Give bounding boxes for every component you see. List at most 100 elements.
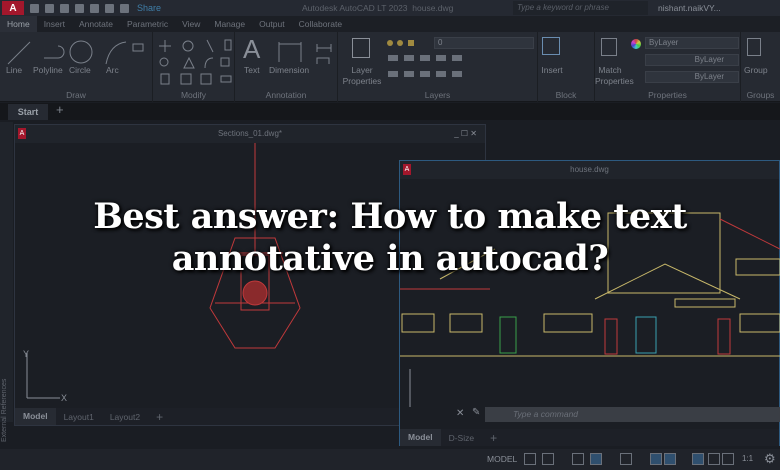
save-icon[interactable]	[60, 3, 69, 13]
block-panel-label[interactable]: Block	[538, 90, 594, 100]
tab-annotate[interactable]: Annotate	[72, 16, 120, 32]
sections-title-bar: A Sections_01.dwg* _ ☐ ✕	[15, 125, 485, 143]
layers-panel-label[interactable]: Layers	[338, 90, 537, 100]
tab-model[interactable]: Model	[400, 429, 441, 446]
autoscale-icon[interactable]	[708, 453, 720, 465]
doc-logo-icon: A	[18, 128, 26, 139]
doc-logo-icon: A	[403, 164, 411, 175]
linetype-dropdown[interactable]: ByLayer	[645, 54, 739, 66]
tab-layout2[interactable]: Layout2	[102, 412, 148, 422]
close-command-icon[interactable]: ✕	[456, 408, 464, 419]
sections-title: Sections_01.dwg*	[217, 129, 283, 138]
draw-tool-icons	[7, 40, 144, 65]
properties-panel: Match Properties ByLayer ByLayer ByLayer…	[595, 32, 741, 102]
new-tab-icon[interactable]: +	[56, 102, 64, 117]
scale-dropdown[interactable]: 1:1	[742, 454, 753, 463]
redo-icon[interactable]	[120, 3, 129, 13]
house-layout-tabs: Model D-Size +	[400, 429, 779, 446]
polyline-tool[interactable]: Polyline	[33, 65, 63, 75]
dimension-icon	[278, 42, 332, 64]
layer-properties-icon	[352, 38, 370, 58]
open-icon[interactable]	[45, 3, 54, 13]
modify-tool-icons	[159, 39, 232, 85]
command-input[interactable]: Type a command	[485, 407, 780, 422]
annotation-visibility-icon[interactable]	[692, 453, 704, 465]
share-button[interactable]: Share	[137, 3, 161, 13]
draw-panel: Line Polyline Circle Arc Draw	[0, 32, 153, 102]
y-axis-label: Y	[23, 349, 29, 359]
undo-icon[interactable]	[105, 3, 114, 13]
circle-tool[interactable]: Circle	[69, 65, 91, 75]
tab-start[interactable]: Start	[8, 104, 48, 120]
save-as-icon[interactable]	[75, 3, 84, 13]
window-controls[interactable]: _ ☐ ✕	[454, 125, 477, 143]
groups-panel-label[interactable]: Groups	[741, 90, 780, 100]
annotation-scale-icon[interactable]	[722, 453, 734, 465]
house-title: house.dwg	[570, 165, 609, 174]
tab-manage[interactable]: Manage	[207, 16, 252, 32]
article-title-overlay: Best answer: How to make text annotative…	[0, 196, 780, 280]
lineweight-dropdown[interactable]: ByLayer	[645, 71, 739, 83]
customize-wrench-icon[interactable]: ✎	[472, 407, 480, 418]
snap-icon[interactable]	[542, 453, 554, 465]
tab-d-size[interactable]: D-Size	[441, 433, 483, 443]
arc-tool[interactable]: Arc	[106, 65, 119, 75]
tab-parametric[interactable]: Parametric	[120, 16, 175, 32]
settings-gear-icon[interactable]: ⚙	[764, 451, 776, 467]
tab-view[interactable]: View	[175, 16, 207, 32]
group-tool[interactable]: Group	[744, 65, 768, 75]
osnap-tracking-icon[interactable]	[650, 453, 662, 465]
status-bar: MODEL 1:1 ⚙	[0, 449, 780, 470]
ortho-icon[interactable]	[572, 453, 584, 465]
modify-panel-label[interactable]: Modify	[153, 90, 234, 100]
tab-insert[interactable]: Insert	[37, 16, 72, 32]
draw-panel-label[interactable]: Draw	[0, 90, 152, 100]
new-icon[interactable]	[30, 3, 39, 13]
plot-icon[interactable]	[90, 3, 99, 13]
layers-panel: Layer Properties 0 Layers	[338, 32, 538, 102]
tab-home[interactable]: Home	[0, 16, 37, 32]
add-layout-icon[interactable]: +	[482, 431, 505, 445]
overlay-line-2: annotative in autocad?	[171, 238, 609, 279]
group-icon	[747, 38, 761, 56]
match-properties-tool[interactable]: Match Properties	[595, 65, 634, 87]
line-tool[interactable]: Line	[6, 65, 22, 75]
tab-layout1[interactable]: Layout1	[56, 412, 102, 422]
color-dropdown[interactable]: ByLayer	[645, 37, 739, 49]
title-bar: A Share Autodesk AutoCAD LT 2023 house.d…	[0, 0, 780, 16]
modify-panel: Modify	[153, 32, 235, 102]
tab-collaborate[interactable]: Collaborate	[292, 16, 349, 32]
block-panel: Insert Block	[538, 32, 595, 102]
add-layout-icon[interactable]: +	[148, 410, 171, 424]
user-account[interactable]: nishant.naikVY...	[658, 3, 721, 13]
document-tabs: Start +	[0, 102, 780, 120]
app-title: Autodesk AutoCAD LT 2023 house.dwg	[302, 3, 453, 13]
annotation-panel-label[interactable]: Annotation	[235, 90, 337, 100]
search-input[interactable]: Type a keyword or phrase	[513, 1, 648, 15]
polar-icon[interactable]	[590, 453, 602, 465]
osnap-icon[interactable]	[664, 453, 676, 465]
tab-output[interactable]: Output	[252, 16, 292, 32]
app-logo[interactable]: A	[2, 1, 24, 15]
overlay-line-1: Best answer: How to make text	[93, 196, 687, 237]
grid-icon[interactable]	[524, 453, 536, 465]
isodraft-icon[interactable]	[620, 453, 632, 465]
x-axis-label: X	[61, 393, 67, 403]
properties-panel-label[interactable]: Properties	[595, 90, 740, 100]
house-title-bar: Ahouse.dwg	[400, 161, 779, 179]
insert-block-icon	[542, 37, 560, 55]
model-space-toggle[interactable]: MODEL	[487, 454, 517, 464]
layer-properties-tool[interactable]: Layer Properties	[340, 65, 384, 87]
tab-model[interactable]: Model	[15, 408, 56, 425]
file-name: house.dwg	[412, 3, 454, 13]
annotation-panel: A Text Dimension Annotation	[235, 32, 338, 102]
app-name: Autodesk AutoCAD LT 2023	[302, 3, 408, 13]
dimension-tool[interactable]: Dimension	[269, 65, 309, 75]
layer-tool-icons	[387, 40, 462, 77]
text-tool[interactable]: Text	[244, 65, 260, 75]
color-wheel-icon	[631, 39, 641, 49]
insert-tool[interactable]: Insert	[535, 65, 569, 75]
text-icon: A	[243, 34, 261, 64]
groups-panel: Group Groups	[741, 32, 780, 102]
ribbon: Line Polyline Circle Arc Draw Modify A T…	[0, 32, 780, 102]
